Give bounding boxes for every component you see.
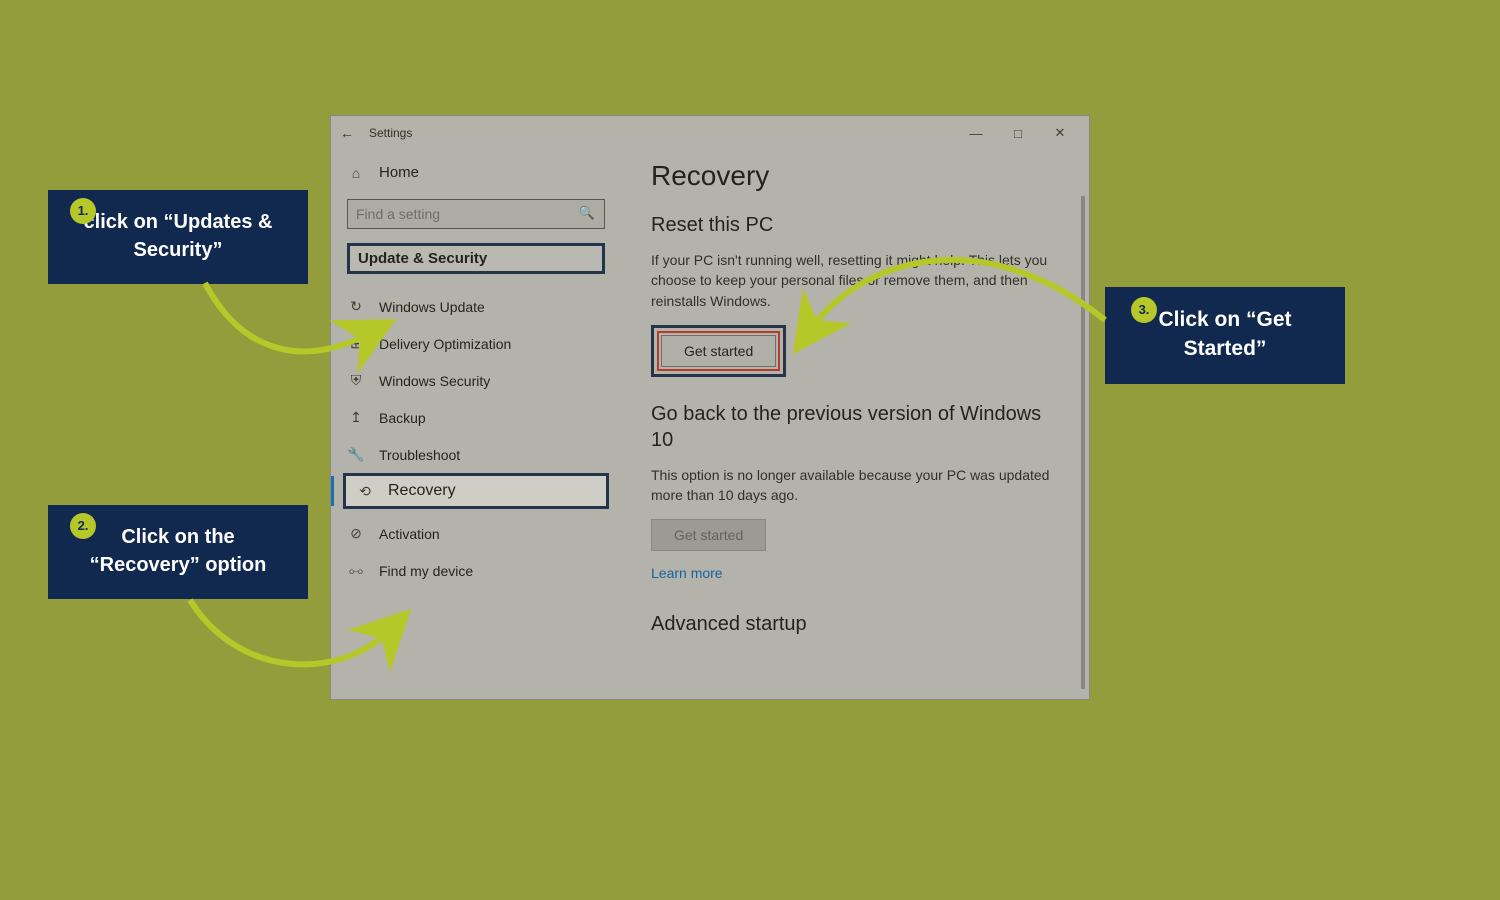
refresh-icon: ↻ (347, 298, 365, 315)
minimize-button[interactable]: — (955, 126, 997, 141)
sidebar-item-backup[interactable]: ↥ Backup (331, 399, 621, 436)
main-content: Recovery Reset this PC If your PC isn't … (621, 150, 1089, 699)
backup-icon: ↥ (347, 409, 365, 426)
sidebar-item-windows-security[interactable]: ⛨ Windows Security (331, 362, 621, 399)
sidebar-item-find-my-device[interactable]: ⧟ Find my device (331, 552, 621, 589)
callout-badge: 2. (70, 513, 96, 539)
location-icon: ⧟ (347, 562, 365, 579)
titlebar: ← Settings — □ ✕ (331, 116, 1089, 150)
section-heading-goback: Go back to the previous version of Windo… (651, 401, 1061, 453)
callout-badge: 3. (1131, 297, 1157, 323)
sidebar-item-label: Delivery Optimization (379, 336, 511, 352)
callout-text: click on “Updates & Security” (68, 208, 288, 264)
scrollbar[interactable] (1081, 196, 1085, 689)
annotation-highlight-get-started: Get started (651, 325, 786, 377)
wrench-icon: 🔧 (347, 446, 365, 463)
sidebar-item-troubleshoot[interactable]: 🔧 Troubleshoot (331, 436, 621, 473)
check-circle-icon: ⊘ (347, 525, 365, 542)
section-desc-reset: If your PC isn't running well, resetting… (651, 250, 1051, 311)
callout-3: 3. Click on “Get Started” (1105, 287, 1345, 384)
home-icon: ⌂ (347, 165, 365, 181)
section-desc-goback: This option is no longer available becau… (651, 465, 1051, 506)
sidebar-item-windows-update[interactable]: ↻ Windows Update (331, 288, 621, 325)
sidebar-item-label: Home (379, 164, 419, 181)
sidebar-item-recovery[interactable]: ⟲ Recovery (343, 473, 609, 509)
shield-icon: ⛨ (347, 372, 365, 389)
delivery-icon: ⊞ (347, 335, 365, 352)
sidebar-item-activation[interactable]: ⊘ Activation (331, 515, 621, 552)
sidebar-item-label: Windows Update (379, 299, 485, 315)
page-title: Recovery (651, 160, 1061, 192)
sidebar-item-label: Find my device (379, 563, 473, 579)
settings-window: ← Settings — □ ✕ ⌂ Home 🔍 Update & Secur… (330, 115, 1090, 700)
callout-text: Click on the “Recovery” option (68, 523, 288, 579)
maximize-button[interactable]: □ (997, 126, 1039, 141)
sidebar: ⌂ Home 🔍 Update & Security ↻ Windows Upd… (331, 150, 621, 699)
section-heading-advanced: Advanced startup (651, 611, 1061, 637)
callout-1: 1. click on “Updates & Security” (48, 190, 308, 284)
sidebar-item-delivery-optimization[interactable]: ⊞ Delivery Optimization (331, 325, 621, 362)
back-icon[interactable]: ← (339, 125, 355, 141)
history-icon: ⟲ (356, 483, 374, 500)
window-title: Settings (369, 126, 412, 140)
callout-badge: 1. (70, 198, 96, 224)
learn-more-link[interactable]: Learn more (651, 565, 723, 581)
category-header-update-security: Update & Security (347, 243, 605, 274)
search-icon: 🔍 (579, 205, 595, 221)
section-heading-reset: Reset this PC (651, 212, 1061, 238)
search-input[interactable] (347, 199, 605, 229)
sidebar-item-home[interactable]: ⌂ Home (331, 156, 621, 189)
sidebar-item-label: Troubleshoot (379, 447, 460, 463)
callout-2: 2. Click on the “Recovery” option (48, 505, 308, 599)
sidebar-item-label: Activation (379, 526, 440, 542)
goback-get-started-button: Get started (651, 519, 766, 551)
close-button[interactable]: ✕ (1039, 125, 1081, 141)
sidebar-item-label: Windows Security (379, 373, 490, 389)
reset-get-started-button[interactable]: Get started (661, 335, 776, 367)
sidebar-item-label: Recovery (388, 482, 456, 500)
sidebar-item-label: Backup (379, 410, 426, 426)
